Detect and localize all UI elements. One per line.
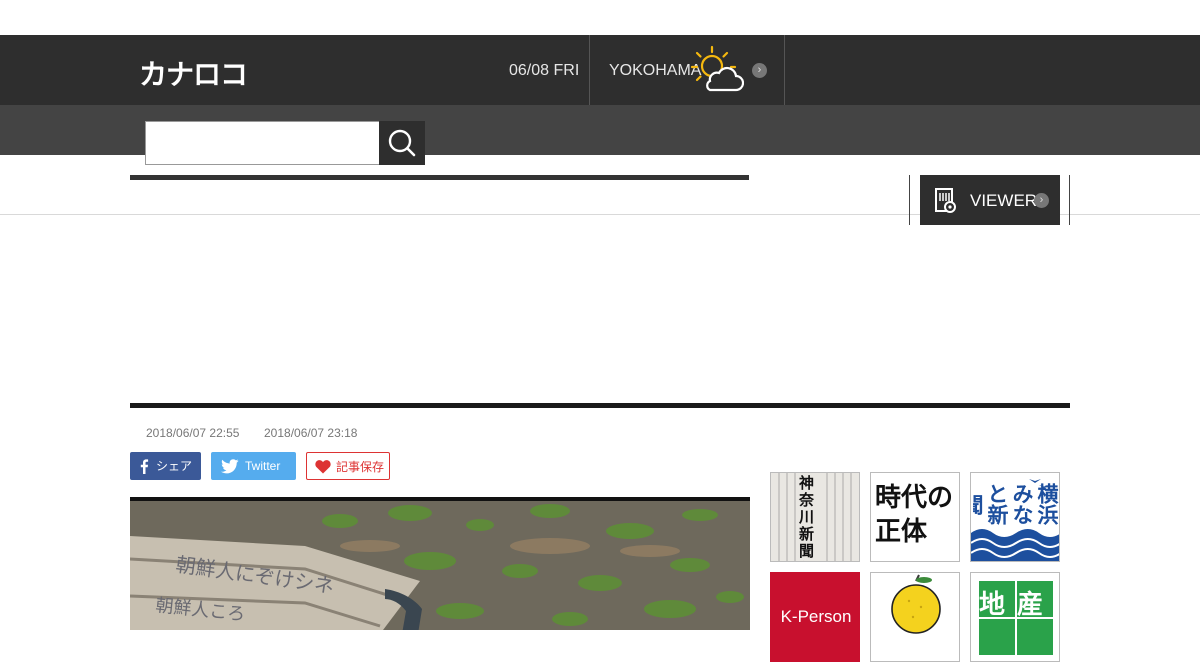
facebook-share-label: シェア xyxy=(156,459,193,473)
sidebar-tile-yokohama-minato-shinbun[interactable]: 横浜みなと新聞 xyxy=(970,472,1060,562)
viewer-button[interactable]: VIEWER › xyxy=(920,175,1060,225)
facebook-share-button[interactable]: シェア xyxy=(130,452,201,480)
sidebar-tile-chisan-chisho[interactable]: 地産 xyxy=(970,572,1060,662)
twitter-share-button[interactable]: Twitter xyxy=(211,452,296,480)
article-top-rule xyxy=(130,403,1070,408)
bench-photo-image: 朝鮮人にぞけシネ 朝鮮人ころ xyxy=(130,501,750,630)
site-logo[interactable]: カナロコ xyxy=(139,53,248,93)
heart-icon xyxy=(315,460,331,474)
viewer-more-icon: › xyxy=(1034,193,1049,208)
published-timestamp: 2018/06/07 22:55 xyxy=(146,426,240,440)
nav-rule xyxy=(130,175,749,180)
tile-label: 横浜みなと新聞 xyxy=(973,483,1059,525)
green-block xyxy=(979,619,1015,655)
top-header-bar: カナロコ 06/08 FRI YOKOHAMA › xyxy=(0,35,1200,105)
newspaper-viewer-icon xyxy=(935,188,956,213)
twitter-share-label: Twitter xyxy=(245,459,281,473)
tile-label: 地産 xyxy=(979,590,1056,620)
current-date: 06/08 FRI xyxy=(509,62,580,79)
weather-more-icon[interactable]: › xyxy=(752,63,767,78)
viewer-label: VIEWER xyxy=(970,191,1038,210)
search-input[interactable] xyxy=(145,121,380,165)
tile-label: 神奈川新聞と戦争 xyxy=(799,475,825,561)
search-button[interactable] xyxy=(379,121,425,165)
updated-timestamp: 2018/06/07 23:18 xyxy=(264,426,358,440)
partly-cloudy-icon[interactable] xyxy=(688,44,744,96)
facebook-icon xyxy=(140,459,149,474)
sidebar-tile-kanagawa-shinbun-to-senso[interactable]: 神奈川新聞と戦争 xyxy=(770,472,860,562)
sidebar-tile-citrus[interactable] xyxy=(870,572,960,662)
tile-label: K-Person xyxy=(780,607,852,626)
header-divider xyxy=(589,35,590,105)
sidebar-tile-jidai-no-shotai[interactable]: 時代の正体 xyxy=(870,472,960,562)
twitter-icon xyxy=(221,459,239,474)
save-article-label: 記事保存 xyxy=(336,460,385,474)
search-icon xyxy=(388,129,416,157)
green-block xyxy=(1017,619,1053,655)
article-photo: 朝鮮人にぞけシネ 朝鮮人ころ xyxy=(130,497,750,630)
sidebar-tile-k-person[interactable]: K-Person xyxy=(770,572,860,662)
save-article-button[interactable]: 記事保存 xyxy=(306,452,390,480)
citrus-icon xyxy=(891,574,941,634)
header-divider-right xyxy=(784,35,785,105)
tile-label: 時代の正体 xyxy=(875,483,954,547)
